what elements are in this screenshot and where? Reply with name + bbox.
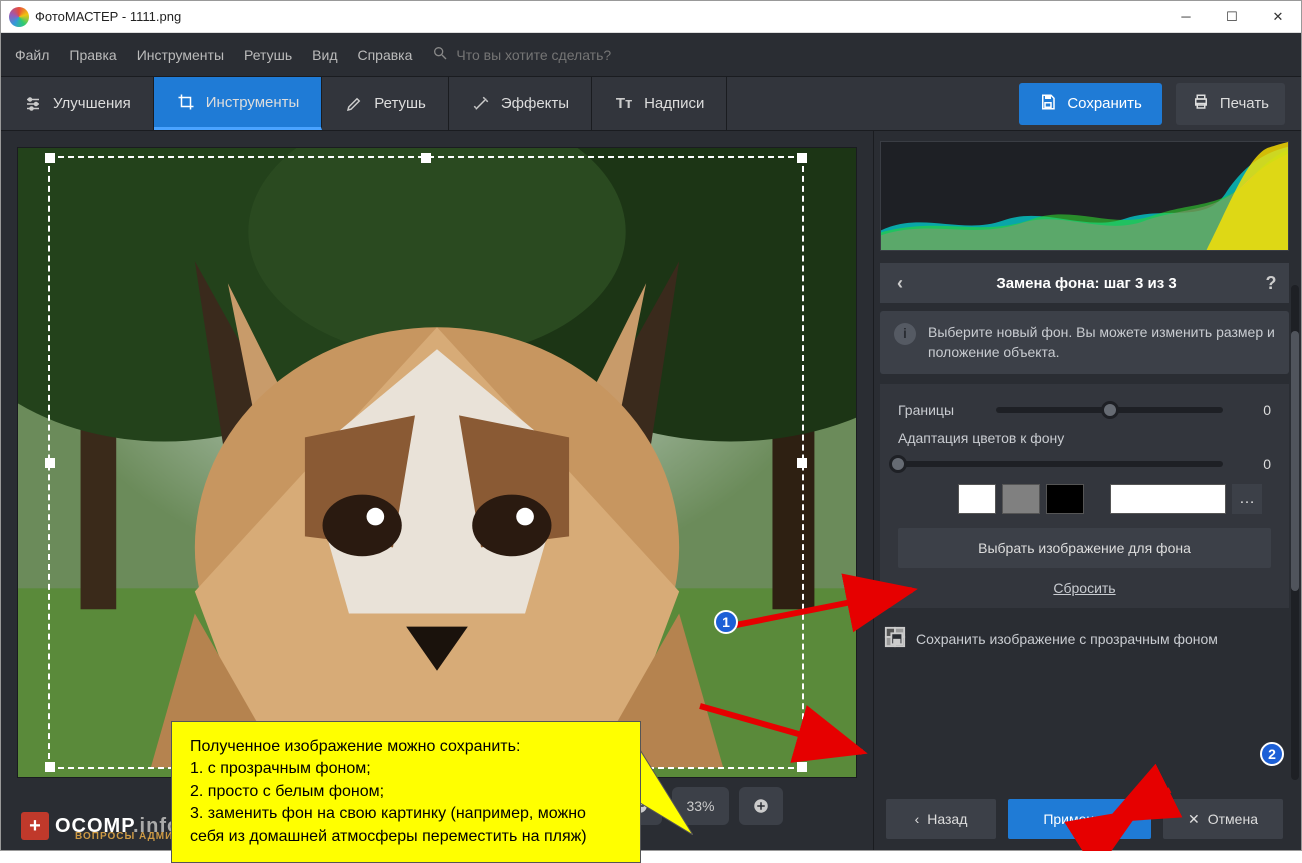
histogram (880, 141, 1289, 251)
titlebar: ФотоМАСТЕР - 1111.png ─ ☐ ✕ (1, 1, 1301, 33)
side-bottombar: ‹ Назад Применить ✕ Отмена (880, 794, 1289, 850)
callout-line1: 1. с прозрачным фоном; (190, 758, 622, 780)
info-text: Выберите новый фон. Вы можете изменить р… (928, 323, 1275, 362)
annotation-marker-2: 2 (1260, 742, 1284, 766)
crop-icon (176, 92, 196, 112)
crop-handle-tr[interactable] (797, 153, 807, 163)
border-label: Границы (898, 402, 978, 418)
crop-handle-t[interactable] (421, 153, 431, 163)
annotation-marker-1: 1 (714, 610, 738, 634)
border-slider[interactable] (996, 407, 1223, 413)
text-icon: Tᴛ (614, 94, 634, 114)
crop-handle-r[interactable] (797, 458, 807, 468)
tab-text[interactable]: Tᴛ Надписи (592, 77, 727, 130)
save-icon (1039, 93, 1057, 115)
tab-tools-label: Инструменты (206, 94, 300, 111)
choose-bg-button[interactable]: Выбрать изображение для фона (898, 528, 1271, 568)
apply-button[interactable]: Применить (1008, 799, 1151, 839)
crop-selection[interactable] (48, 156, 804, 769)
save-label: Сохранить (1067, 95, 1142, 112)
print-icon (1192, 93, 1210, 115)
border-value: 0 (1241, 402, 1271, 418)
menu-edit[interactable]: Правка (69, 47, 116, 63)
tab-enhance-label: Улучшения (53, 95, 131, 112)
swatch-custom[interactable] (1110, 484, 1226, 514)
crop-handle-br[interactable] (797, 762, 807, 772)
tab-text-label: Надписи (644, 95, 704, 112)
tab-enhance[interactable]: Улучшения (1, 77, 154, 130)
wand-icon (471, 94, 491, 114)
tab-retouch-label: Ретушь (374, 95, 426, 112)
step-header: ‹ Замена фона: шаг 3 из 3 ? (880, 263, 1289, 303)
menu-file[interactable]: Файл (15, 47, 49, 63)
reset-link[interactable]: Сбросить (898, 580, 1271, 596)
swatch-white[interactable] (958, 484, 996, 514)
save-transparent-label: Сохранить изображение с прозрачным фоном (916, 631, 1218, 647)
crop-handle-tl[interactable] (45, 153, 55, 163)
sidebar-scrollbar-thumb[interactable] (1291, 331, 1299, 591)
sidebar: ‹ Замена фона: шаг 3 из 3 ? i Выберите н… (873, 131, 1301, 850)
callout-line2: 2. просто с белым фоном; (190, 781, 622, 803)
tab-effects-label: Эффекты (501, 95, 569, 112)
callout-title: Полученное изображение можно сохранить: (190, 736, 622, 758)
help-button[interactable]: ? (1253, 273, 1289, 294)
canvas-area: Полученное изображение можно сохранить: … (1, 131, 873, 850)
minimize-button[interactable]: ─ (1163, 1, 1209, 33)
chevron-left-icon: ‹ (915, 811, 920, 827)
adapt-value: 0 (1241, 456, 1271, 472)
menubar: Файл Правка Инструменты Ретушь Вид Справ… (1, 33, 1301, 77)
cancel-button[interactable]: ✕ Отмена (1163, 799, 1283, 839)
adapt-label: Адаптация цветов к фону (898, 430, 1271, 446)
crop-handle-bl[interactable] (45, 762, 55, 772)
tab-tools[interactable]: Инструменты (154, 77, 323, 130)
annotation-callout: Полученное изображение можно сохранить: … (171, 721, 641, 863)
search-icon (432, 45, 448, 64)
crop-handle-l[interactable] (45, 458, 55, 468)
callout-line3: 3. заменить фон на свою картинку (наприм… (190, 803, 622, 848)
adapt-slider[interactable] (898, 461, 1223, 467)
print-label: Печать (1220, 95, 1269, 112)
color-swatches: … (958, 484, 1271, 514)
maximize-button[interactable]: ☐ (1209, 1, 1255, 33)
print-button[interactable]: Печать (1176, 83, 1285, 125)
tab-effects[interactable]: Эффекты (449, 77, 592, 130)
step-back-button[interactable]: ‹ (880, 273, 920, 294)
transparent-save-icon (884, 626, 906, 651)
info-box: i Выберите новый фон. Вы можете изменить… (880, 311, 1289, 374)
close-icon: ✕ (1188, 811, 1200, 828)
swatch-more-button[interactable]: … (1232, 484, 1262, 514)
step-title: Замена фона: шаг 3 из 3 (920, 275, 1253, 292)
sliders-icon (23, 94, 43, 114)
menu-help[interactable]: Справка (357, 47, 412, 63)
swatch-black[interactable] (1046, 484, 1084, 514)
close-button[interactable]: ✕ (1255, 1, 1301, 33)
tab-bar: Улучшения Инструменты Ретушь Эффекты Tᴛ … (1, 77, 1301, 131)
info-icon: i (894, 323, 916, 345)
back-button[interactable]: ‹ Назад (886, 799, 996, 839)
save-button[interactable]: Сохранить (1019, 83, 1162, 125)
window-title: ФотоМАСТЕР - 1111.png (35, 9, 181, 24)
canvas[interactable] (17, 147, 857, 778)
menu-retouch[interactable]: Ретушь (244, 47, 292, 63)
callout-tail (637, 745, 693, 835)
back-label: Назад (927, 811, 967, 827)
swatch-gray[interactable] (1002, 484, 1040, 514)
app-icon (9, 7, 29, 27)
brush-icon (344, 94, 364, 114)
search-input[interactable] (456, 47, 637, 63)
menu-tools[interactable]: Инструменты (137, 47, 224, 63)
zoom-in-button[interactable] (739, 787, 783, 825)
options-panel: Границы 0 Адаптация цветов к фону 0 (880, 384, 1289, 608)
save-transparent-button[interactable]: Сохранить изображение с прозрачным фоном (880, 626, 1289, 651)
menu-view[interactable]: Вид (312, 47, 337, 63)
watermark-plus-icon: + (21, 812, 49, 840)
cancel-label: Отмена (1208, 811, 1258, 827)
tab-retouch[interactable]: Ретушь (322, 77, 449, 130)
